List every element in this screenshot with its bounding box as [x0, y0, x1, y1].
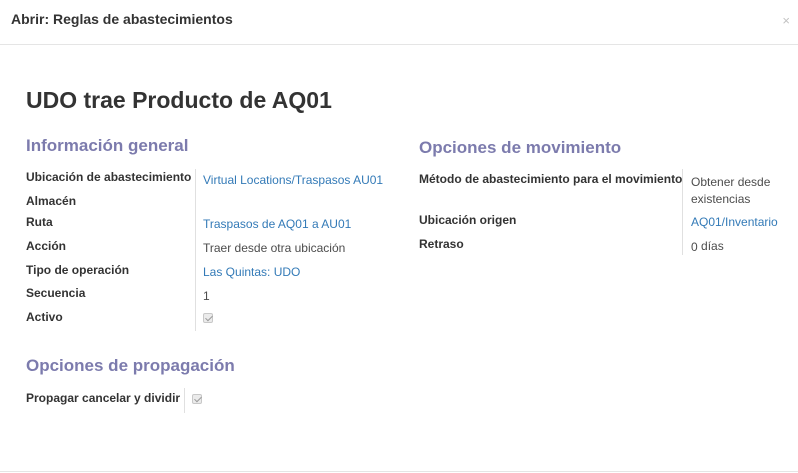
field-value-ubicacion-origen[interactable]: AQ01/Inventario: [691, 215, 778, 229]
field-label-activo: Activo: [26, 310, 63, 324]
field-label-ubicacion: Ubicación de abastecimiento: [26, 170, 192, 184]
section-title-general: Información general: [26, 136, 189, 155]
field-label-secuencia: Secuencia: [26, 286, 86, 300]
propagar-checkbox[interactable]: [192, 394, 202, 404]
field-value-metodo: Obtener desde existencias: [691, 174, 770, 208]
field-value-secuencia: 1: [203, 289, 210, 303]
modal-header: Abrir: Reglas de abastecimientos ×: [0, 0, 798, 45]
record-title: UDO trae Producto de AQ01: [26, 87, 332, 113]
field-label-accion: Acción: [26, 239, 67, 253]
section-title-propagation: Opciones de propagación: [26, 356, 235, 375]
retraso-unit: días: [701, 239, 724, 253]
close-icon[interactable]: ×: [782, 13, 790, 28]
retraso-number: 0: [691, 240, 698, 254]
field-label-almacen: Almacén: [26, 194, 77, 208]
field-value-ubicacion[interactable]: Virtual Locations/Traspasos AU01: [203, 173, 383, 187]
section-title-movement: Opciones de movimiento: [419, 138, 622, 157]
field-value-metodo-line1: Obtener desde: [691, 175, 771, 189]
field-value-ruta[interactable]: Traspasos de AQ01 a AU01: [203, 217, 351, 231]
field-value-accion: Traer desde otra ubicación: [203, 241, 346, 255]
field-value-tipo-operacion[interactable]: Las Quintas: UDO: [203, 265, 300, 279]
field-label-retraso: Retraso: [419, 237, 464, 251]
modal-title: Abrir: Reglas de abastecimientos: [11, 11, 233, 27]
modal-footer-divider: [0, 471, 798, 472]
field-divider: [184, 388, 185, 413]
field-value-retraso: 0 días: [691, 239, 724, 254]
field-label-metodo: Método de abastecimiento para el movimie…: [419, 172, 683, 186]
field-value-metodo-line2: existencias: [691, 192, 751, 206]
field-label-propagar: Propagar cancelar y dividir: [26, 391, 181, 405]
field-label-ubicacion-origen: Ubicación origen: [419, 213, 517, 227]
field-label-ruta: Ruta: [26, 215, 53, 229]
activo-checkbox[interactable]: [203, 313, 213, 323]
field-divider: [195, 169, 196, 331]
field-label-tipo-operacion: Tipo de operación: [26, 263, 130, 277]
